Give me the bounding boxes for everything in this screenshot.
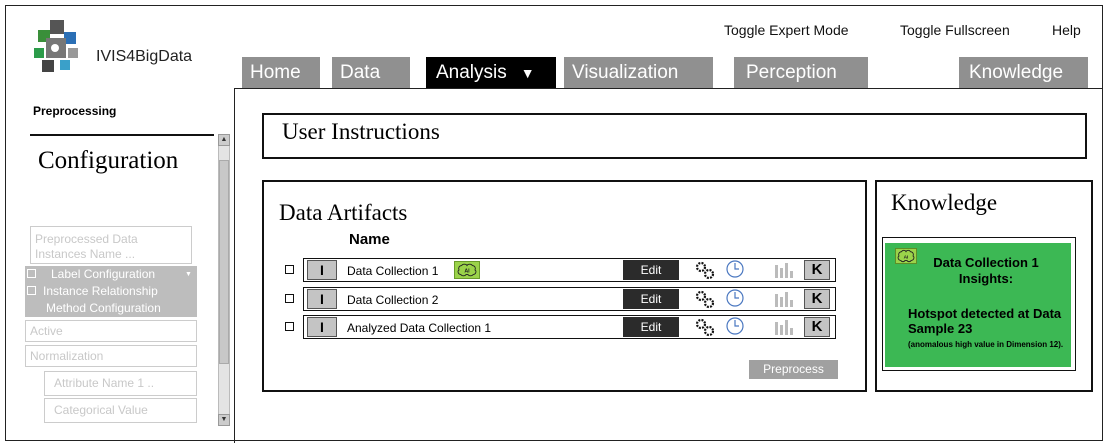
row-info-button[interactable]: I (307, 317, 337, 337)
bar-chart-icon[interactable] (774, 291, 796, 307)
tab-knowledge[interactable]: Knowledge (959, 57, 1088, 88)
bar-chart-icon[interactable] (774, 262, 796, 278)
edit-button[interactable]: Edit (623, 317, 679, 337)
clock-icon[interactable] (725, 288, 745, 308)
row-name: Analyzed Data Collection 1 (347, 321, 492, 335)
tab-perception-label: Perception (746, 62, 837, 83)
toggle-fullscreen-link[interactable]: Toggle Fullscreen (900, 22, 1010, 38)
tab-knowledge-label: Knowledge (969, 62, 1064, 83)
edit-button[interactable]: Edit (623, 260, 679, 280)
label-configuration-label: Label Configuration (51, 267, 156, 281)
tab-visualization-label: Visualization (572, 62, 679, 83)
gears-icon[interactable] (694, 259, 716, 281)
insight-card-note: (anomalous high value in Dimension 12). (908, 340, 1064, 349)
categorical-value-field[interactable]: Categorical Value (44, 398, 197, 423)
row-info-button[interactable]: I (307, 260, 337, 280)
instances-name-label: Instances Name ... (35, 247, 136, 261)
tab-data[interactable]: Data (332, 57, 410, 88)
clock-icon[interactable] (725, 316, 745, 336)
tab-analysis[interactable]: Analysis ▼ (426, 57, 556, 88)
tab-home[interactable]: Home (242, 57, 320, 88)
app-title: IVIS4BigData (96, 48, 193, 65)
toggle-expert-mode-link[interactable]: Toggle Expert Mode (724, 22, 849, 38)
scroll-down-button[interactable]: ▼ (218, 414, 230, 426)
knowledge-button[interactable]: K (804, 317, 830, 337)
row-name: Data Collection 2 (347, 293, 439, 307)
method-configuration-label: Method Configuration (46, 301, 161, 315)
preprocess-button[interactable]: Preprocess (749, 360, 838, 379)
sidebar-divider (30, 134, 214, 136)
tab-visualization[interactable]: Visualization (564, 57, 713, 88)
svg-text:AI: AI (464, 269, 470, 275)
row-info-button[interactable]: I (307, 289, 337, 309)
row-checkbox[interactable] (285, 322, 294, 331)
insight-card-title: Data Collection 1 Insights: (933, 255, 1039, 286)
tab-perception[interactable]: Perception (734, 57, 868, 88)
method-configuration-row[interactable]: Method Configuration (25, 300, 197, 317)
gears-icon[interactable] (694, 316, 716, 338)
instance-relationship-label: Instance Relationship (43, 284, 158, 298)
preprocessed-data-label: Preprocessed Data (35, 232, 138, 246)
gears-icon[interactable] (694, 288, 716, 310)
data-artifacts-title: Data Artifacts (279, 200, 408, 225)
app-logo (34, 20, 78, 72)
user-instructions-title: User Instructions (282, 119, 440, 144)
row-checkbox[interactable] (285, 265, 294, 274)
instance-relationship-row[interactable]: Instance Relationship (25, 283, 197, 300)
scroll-up-button[interactable]: ▲ (218, 134, 230, 146)
knowledge-button[interactable]: K (804, 260, 830, 280)
help-link[interactable]: Help (1052, 22, 1081, 38)
tab-home-label: Home (250, 62, 301, 83)
name-column-header: Name (349, 231, 390, 248)
insight-card-body: Hotspot detected at Data Sample 23 (908, 306, 1062, 336)
tab-analysis-label: Analysis (436, 62, 507, 83)
clock-icon[interactable] (725, 259, 745, 279)
attribute-name-field[interactable]: Attribute Name 1 .. (44, 371, 197, 396)
active-label: Active (30, 324, 63, 338)
svg-text:AI: AI (904, 255, 909, 261)
preprocessed-data-field[interactable]: Preprocessed Data Instances Name ... (30, 226, 192, 264)
chevron-down-icon: ▼ (185, 271, 192, 278)
instance-relationship-checkbox[interactable] (27, 286, 36, 295)
label-configuration-dropdown[interactable]: Label Configuration ▼ (25, 266, 197, 283)
bar-chart-icon[interactable] (774, 319, 796, 335)
edit-button[interactable]: Edit (623, 289, 679, 309)
tab-data-label: Data (340, 62, 381, 83)
categorical-value-label: Categorical Value (54, 403, 148, 417)
knowledge-button[interactable]: K (804, 289, 830, 309)
sidebar-heading: Preprocessing (33, 104, 117, 118)
knowledge-title: Knowledge (891, 190, 998, 215)
normalization-field[interactable]: Normalization (25, 345, 197, 367)
chevron-down-icon: ▼ (520, 65, 535, 81)
label-configuration-checkbox[interactable] (27, 269, 36, 278)
row-checkbox[interactable] (285, 294, 294, 303)
scrollbar-thumb[interactable] (219, 160, 229, 364)
configuration-title: Configuration (38, 147, 179, 174)
brain-ai-icon: AI (454, 261, 480, 279)
active-field[interactable]: Active (25, 320, 197, 342)
attribute-name-label: Attribute Name 1 .. (54, 376, 155, 390)
row-name: Data Collection 1 (347, 264, 439, 278)
normalization-label: Normalization (30, 349, 104, 363)
